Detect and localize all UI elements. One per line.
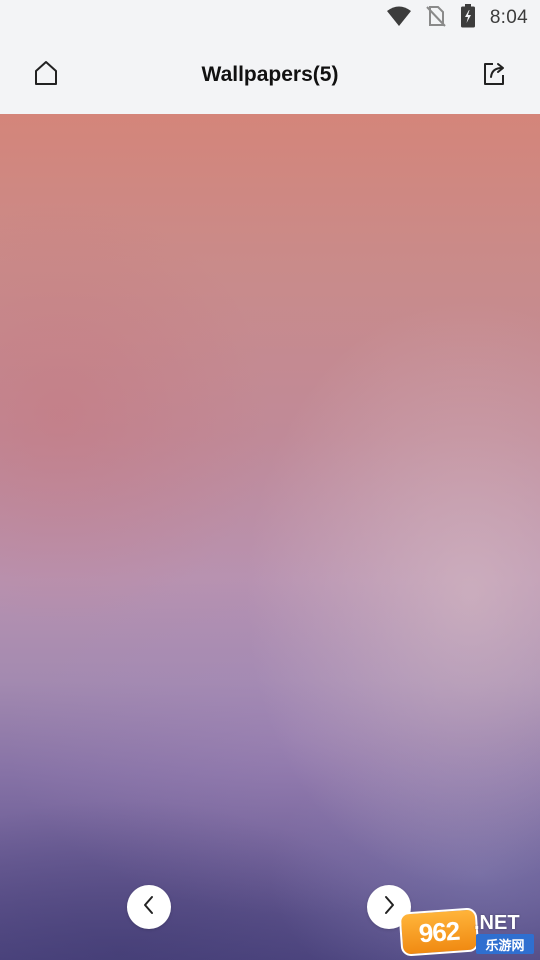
watermark-badge: 962 (398, 907, 480, 957)
wallpaper-preview[interactable] (0, 114, 540, 960)
watermark-suffix: .NET (474, 912, 520, 934)
previous-wallpaper-button[interactable] (127, 885, 171, 929)
share-icon (480, 59, 508, 91)
page-title: Wallpapers(5) (201, 63, 339, 86)
toolbar: Wallpapers(5) (0, 36, 540, 114)
share-button[interactable] (474, 55, 514, 95)
wallpaper-gradient (0, 114, 540, 960)
chevron-left-icon (140, 894, 158, 920)
status-bar: 8:04 (0, 0, 540, 36)
battery-charging-icon (460, 4, 476, 32)
status-time: 8:04 (489, 7, 528, 28)
chevron-right-icon (380, 894, 398, 920)
watermark-caption: 乐游网 (476, 934, 534, 954)
status-icons: 8:04 (386, 4, 528, 32)
no-sim-icon (426, 5, 446, 31)
watermark-logo: 962 .NET 乐游网 (398, 907, 536, 957)
wifi-icon (386, 5, 412, 31)
